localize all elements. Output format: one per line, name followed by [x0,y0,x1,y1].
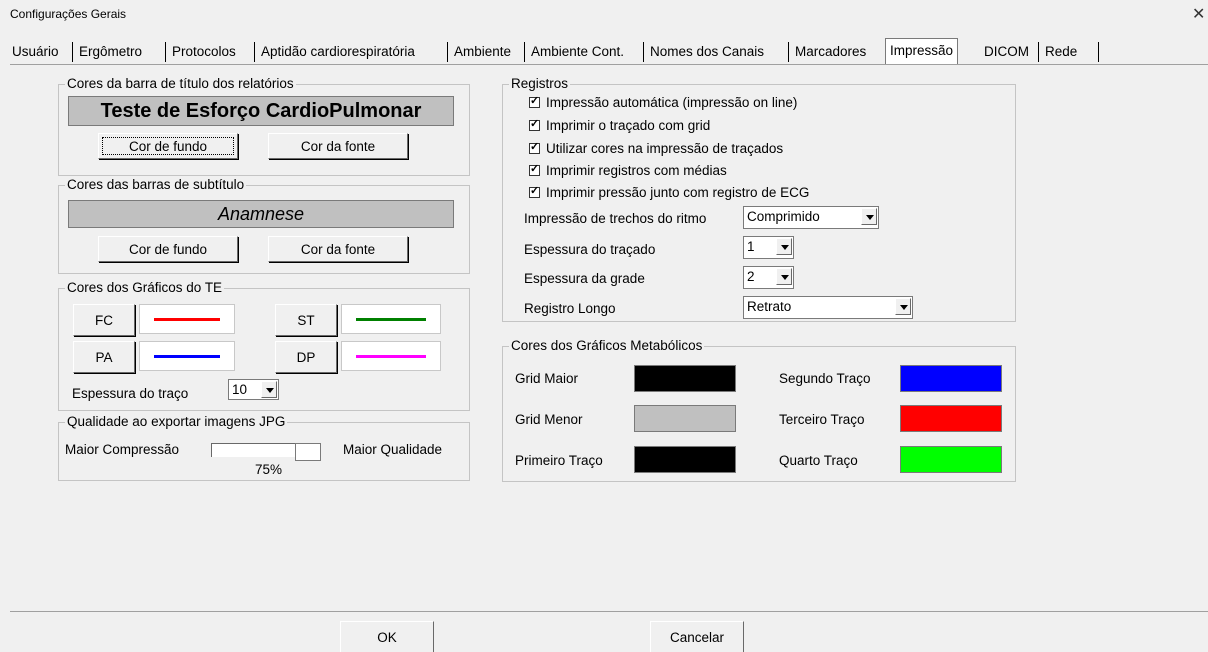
terceiro-traco-color[interactable] [900,405,1002,432]
tab-rede[interactable]: Rede [1041,40,1081,64]
pa-color-swatch[interactable] [139,341,235,371]
subtitle-bg-color-button[interactable]: Cor de fundo [98,236,238,262]
longo-label: Registro Longo [524,301,616,316]
tab-dicom[interactable]: DICOM [980,40,1033,64]
registros-group: Registros Impressão automática (impressã… [502,76,1016,322]
close-icon[interactable]: ✕ [1192,4,1205,24]
dp-line [356,355,426,358]
tracado-label: Espessura do traçado [524,242,656,257]
grid-print-check[interactable]: Imprimir o traçado com grid [529,117,710,133]
subtitle-preview: Anamnese [68,200,454,228]
titlebar-preview: Teste de Esforço CardioPulmonar [68,96,454,126]
window-title: Configurações Gerais [10,7,127,21]
metabolic-group: Cores dos Gráficos Metabólicos Grid Maio… [502,338,1016,482]
terceiro-traco-label: Terceiro Traço [779,412,865,427]
grade-select[interactable]: 2 [743,266,794,289]
tab-ambiente[interactable]: Ambiente [450,40,515,64]
tab-marcadores[interactable]: Marcadores [791,40,870,64]
dp-color-button[interactable]: DP [275,341,337,373]
te-graphs-legend: Cores dos Gráficos do TE [65,280,225,295]
tab-protocolos[interactable]: Protocolos [168,40,240,64]
jpg-max-label: Maior Qualidade [343,442,443,457]
pressure-ecg-print-check[interactable]: Imprimir pressão junto com registro de E… [529,184,809,200]
average-print-check[interactable]: Imprimir registros com médias [529,162,727,178]
fc-color-swatch[interactable] [139,304,235,334]
jpg-quality-value: 75% [255,462,283,477]
chevron-down-icon [776,238,792,255]
grid-maior-color[interactable] [634,365,736,392]
titlebar-colors-legend: Cores da barra de título dos relatórios [65,76,296,91]
jpg-quality-slider-thumb[interactable] [295,443,321,461]
grid-maior-label: Grid Maior [515,371,579,386]
cancel-button[interactable]: Cancelar [650,621,744,652]
grade-label: Espessura da grade [524,271,645,286]
titlebar-font-color-button[interactable]: Cor da fonte [268,133,408,159]
jpg-min-label: Maior Compressão [65,442,180,457]
thickness-select[interactable]: 10 [228,379,279,400]
grid-menor-label: Grid Menor [515,412,583,427]
subtitle-colors-group: Cores das barras de subtítulo Anamnese C… [58,177,470,274]
fc-color-button[interactable]: FC [73,304,135,336]
primeiro-traco-color[interactable] [634,446,736,473]
longo-select[interactable]: Retrato [743,296,913,319]
tab-aptidao[interactable]: Aptidão cardiorespiratória [257,40,419,64]
thickness-label: Espessura do traço [72,386,189,401]
jpg-quality-group: Qualidade ao exportar imagens JPG Maior … [58,414,470,481]
tab-ergometro[interactable]: Ergômetro [75,40,146,64]
tab-nomes-canais[interactable]: Nomes dos Canais [646,40,768,64]
tab-impressao[interactable]: Impressão [885,38,959,65]
grid-menor-color[interactable] [634,405,736,432]
segundo-traco-color[interactable] [900,365,1002,392]
quarto-traco-color[interactable] [900,446,1002,473]
chevron-down-icon [776,268,792,285]
titlebar-bg-color-button[interactable]: Cor de fundo [98,133,238,159]
st-color-button[interactable]: ST [275,304,337,336]
tracado-select[interactable]: 1 [743,236,794,259]
jpg-quality-legend: Qualidade ao exportar imagens JPG [65,414,288,429]
color-print-check[interactable]: Utilizar cores na impressão de traçados [529,140,783,156]
ok-button[interactable]: OK [340,621,434,652]
quarto-traco-label: Quarto Traço [779,453,858,468]
primeiro-traco-label: Primeiro Traço [515,453,603,468]
subtitle-colors-legend: Cores das barras de subtítulo [65,177,247,192]
titlebar-colors-group: Cores da barra de título dos relatórios … [58,76,470,176]
metabolic-legend: Cores dos Gráficos Metabólicos [509,338,705,353]
st-color-swatch[interactable] [341,304,441,334]
pa-color-button[interactable]: PA [73,341,135,373]
dp-color-swatch[interactable] [341,341,441,371]
ritmo-select[interactable]: Comprimido [743,206,879,229]
ritmo-label: Impressão de trechos do ritmo [524,211,707,226]
registros-legend: Registros [509,76,571,91]
chevron-down-icon [261,381,277,398]
te-graphs-group: Cores dos Gráficos do TE FC ST PA DP Esp… [58,280,470,411]
tab-usuario[interactable]: Usuário [8,40,63,64]
segundo-traco-label: Segundo Traço [779,371,871,386]
chevron-down-icon [861,208,877,225]
subtitle-font-color-button[interactable]: Cor da fonte [268,236,408,262]
chevron-down-icon [895,298,911,315]
pa-line [154,355,220,358]
tab-ambiente-cont[interactable]: Ambiente Cont. [527,40,628,64]
tab-bar: Usuário Ergômetro Protocolos Aptidão car… [8,38,1198,65]
st-line [356,318,426,321]
fc-line [154,318,220,321]
auto-print-check[interactable]: Impressão automática (impressão on line) [529,94,797,110]
